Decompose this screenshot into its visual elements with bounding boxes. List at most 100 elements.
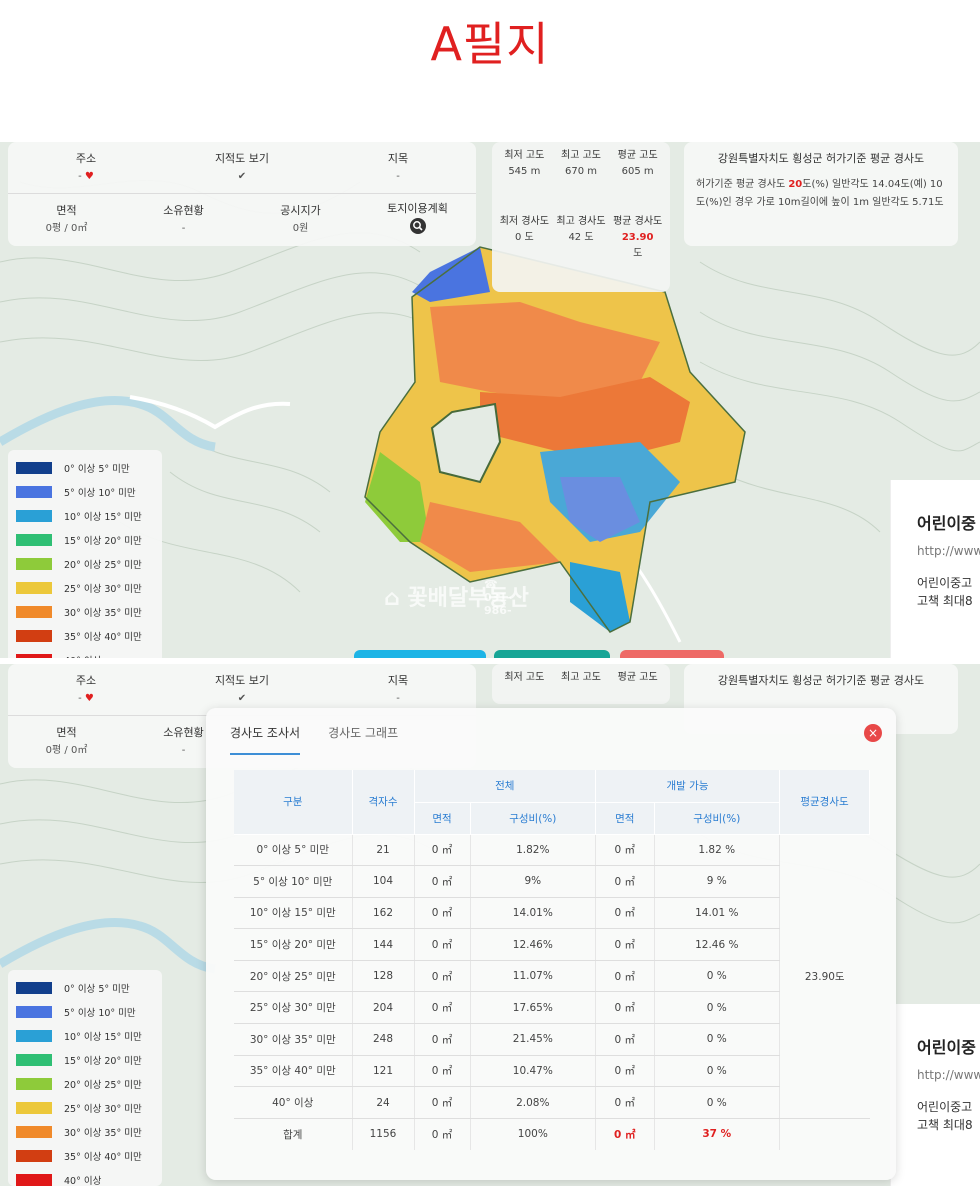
legend-swatch [16,1030,52,1042]
total-count: 1156 [352,1118,415,1150]
col-total: 전체 [414,770,597,803]
area-field: 면적 0평 / 0㎡ [8,202,125,238]
ad-url: http://www [917,544,980,558]
legend-item: 25° 이상 30° 미만 [16,576,154,600]
legend-item: 0° 이상 5° 미만 [16,456,154,480]
cell-ratio: 17.65% [470,991,597,1025]
cell-dev-ratio: 0 % [654,991,781,1025]
col-total-ratio: 구성비(%) [470,802,597,835]
cell-area: 0 ㎡ [414,834,471,867]
table-row: 40° 이상 24 0 ㎡ 2.08% 0 ㎡ 0 % [234,1086,870,1119]
ad-card[interactable]: 어린이중 http://www 어린이중고 고책 최대8 [890,480,980,658]
col-total-area: 면적 [414,802,471,835]
cell-area: 0 ㎡ [414,960,471,993]
cell-category: 0° 이상 5° 미만 [234,834,353,867]
permit-slope-text: 허가기준 평균 경사도 20도(%) 일반각도 14.04도(예) 10도(%)… [696,179,944,208]
legend-swatch [16,630,52,642]
legend-label: 30° 이상 35° 미만 [64,608,142,619]
legend-label: 40° 이상 [64,653,101,658]
tab-slope-survey[interactable]: 경사도 조사서 [230,724,301,755]
cadastral-toggle[interactable]: 지적도 보기 ✔ [164,150,320,186]
action-button-2[interactable] [494,650,610,658]
legend-label: 35° 이상 40° 미만 [64,1152,142,1163]
legend-swatch [16,1078,52,1090]
legend-item: 10° 이상 15° 미만 [16,1024,154,1048]
cell-area: 0 ㎡ [414,865,471,898]
cell-ratio: 1.82% [470,834,597,867]
legend-label: 5° 이상 10° 미만 [64,1008,136,1019]
cell-dev-ratio: 0 % [654,960,781,993]
legend-swatch [16,1126,52,1138]
legend-item: 30° 이상 35° 미만 [16,1120,154,1144]
search-icon[interactable] [359,217,476,241]
legend-label: 35° 이상 40° 미만 [64,632,142,643]
action-button-1[interactable] [354,650,486,658]
cell-area: 0 ㎡ [414,991,471,1025]
cell-category: 5° 이상 10° 미만 [234,865,353,898]
cell-ratio: 21.45% [470,1023,597,1056]
total-area: 0 ㎡ [414,1118,471,1150]
land-use-plan-field[interactable]: 토지이용계획 [359,200,476,241]
legend-item: 10° 이상 15° 미만 [16,504,154,528]
slope-survey-modal: 경사도 조사서 경사도 그래프 × 구분 격자수 전체 개발 가능 평균경사도 … [206,708,896,1180]
cell-count: 248 [352,1023,415,1056]
cadastral-toggle-2[interactable]: 지적도 보기 ✔ [164,672,320,708]
ad-card-2[interactable]: 어린이중 http://www 어린이중고 고책 최대8 [890,1004,980,1186]
checkmark-icon: ✔ [237,692,247,704]
address-field[interactable]: 주소 - ♥ [8,150,164,186]
legend-item: 35° 이상 40° 미만 [16,1144,154,1168]
cell-count: 128 [352,960,415,993]
legend-item: 35° 이상 40° 미만 [16,624,154,648]
area-field-2: 면적 0평 / 0㎡ [45,726,88,756]
ad-desc-2: 고책 최대8 [917,594,973,608]
checkmark-icon: ✔ [237,170,247,182]
cell-count: 21 [352,834,415,867]
legend-swatch [16,510,52,522]
cell-category: 25° 이상 30° 미만 [234,991,353,1025]
table-row: 15° 이상 20° 미만 144 0 ㎡ 12.46% 0 ㎡ 12.46 % [234,928,870,961]
legend-item: 20° 이상 25° 미만 [16,1072,154,1096]
action-button-3[interactable] [620,650,724,658]
legend-item: 30° 이상 35° 미만 [16,600,154,624]
land-use-plan-label: 토지이용계획 [387,201,448,215]
legend-item: 40° 이상 [16,648,154,658]
cell-avg-slope: 23.90도 [779,834,870,1119]
legend-swatch [16,1006,52,1018]
legend-swatch [16,1102,52,1114]
table-row: 25° 이상 30° 미만 204 0 ㎡ 17.65% 0 ㎡ 0 % [234,991,870,1025]
slope-survey-table: 구분 격자수 전체 개발 가능 평균경사도 면적 구성비(%) 면적 구성비(%… [234,770,870,1150]
legend-label: 15° 이상 20° 미만 [64,1056,142,1067]
cell-dev-ratio: 9 % [654,865,781,898]
slope-legend-2: 0° 이상 5° 미만 5° 이상 10° 미만 10° 이상 15° 미만 15° … [8,970,162,1186]
cell-dev-ratio: 0 % [654,1055,781,1088]
cell-count: 144 [352,928,415,961]
address-field-2[interactable]: 주소 - ♥ [8,672,164,708]
cell-dev-area: 0 ㎡ [595,865,655,898]
cell-category: 30° 이상 35° 미만 [234,1023,353,1056]
total-ratio: 100% [470,1118,597,1150]
legend-swatch [16,606,52,618]
table-row: 35° 이상 40° 미만 121 0 ㎡ 10.47% 0 ㎡ 0 % [234,1055,870,1088]
table-row: 30° 이상 35° 미만 248 0 ㎡ 21.45% 0 ㎡ 0 % [234,1023,870,1056]
cell-dev-ratio: 1.82 % [654,834,781,867]
address-label: 주소 [75,151,97,165]
cadastral-label: 지적도 보기 [214,151,270,165]
watermark-phone: ☎ 031-986- [484,578,512,617]
cell-dev-area: 0 ㎡ [595,897,655,930]
permit-slope-title: 강원특별자치도 횡성군 허가기준 평균 경사도 [717,152,925,165]
legend-item: 15° 이상 20° 미만 [16,1048,154,1072]
cell-dev-ratio: 0 % [654,1023,781,1056]
legend-item: 15° 이상 20° 미만 [16,528,154,552]
col-developable: 개발 가능 [595,770,780,803]
legend-label: 15° 이상 20° 미만 [64,536,142,547]
col-dev-area: 면적 [595,802,655,835]
max-slope: 최고 경사도 42 도 [556,216,606,243]
ad-desc-1: 어린이중고 [917,576,973,590]
cell-area: 0 ㎡ [414,1055,471,1088]
legend-swatch [16,1054,52,1066]
close-icon[interactable]: × [864,724,882,742]
land-category-field-2: 지목 - [387,673,409,704]
tab-slope-graph[interactable]: 경사도 그래프 [328,724,398,755]
area-value: 0평 / 0㎡ [45,223,88,234]
cell-count: 204 [352,991,415,1025]
